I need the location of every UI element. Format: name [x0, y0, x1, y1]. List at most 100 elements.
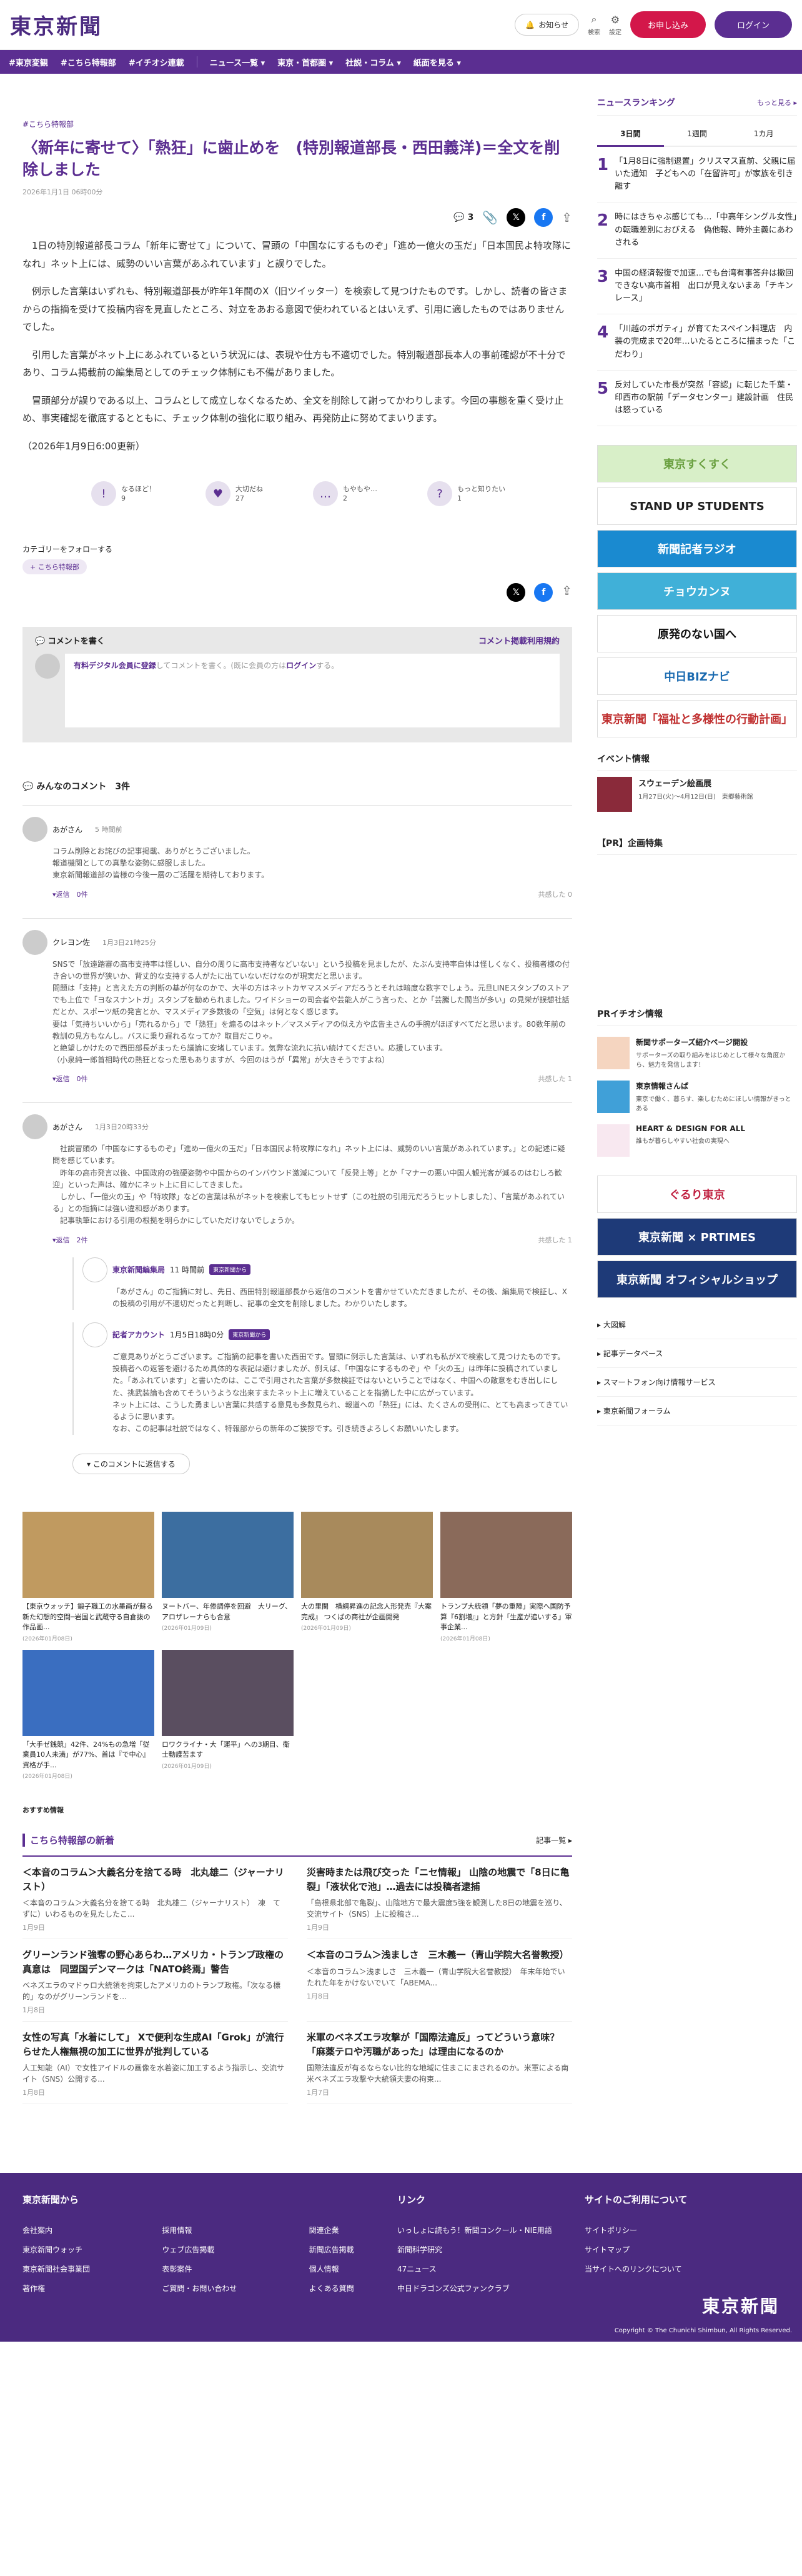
like-button[interactable]: 共感した 1	[538, 1235, 573, 1245]
comment-policy-link[interactable]: コメント掲載利用規約	[478, 634, 560, 646]
nav-item[interactable]: 東京・首都圏 ▾	[277, 56, 333, 68]
banner[interactable]: 原発のない国へ	[597, 615, 797, 653]
register-link[interactable]: 有料デジタル会員に登録	[74, 661, 156, 670]
follow-tag-button[interactable]: + こちら特報部	[22, 559, 87, 574]
feature-article[interactable]: ＜本音のコラム＞大義名分を捨てる時 北丸雄二（ジャーナリスト） ＜本音のコラム＞大…	[22, 1857, 288, 1940]
photo-card[interactable]: ロワクライナ・大「運平」への3期目、衛士動護苦ます (2026年01月09日)	[162, 1649, 294, 1780]
banner[interactable]: 新聞記者ラジオ	[597, 530, 797, 568]
reply-author[interactable]: 東京新聞編集局	[112, 1264, 165, 1275]
comment-author[interactable]: あがさん	[52, 824, 82, 835]
ranking-tab[interactable]: 1カ月	[730, 122, 798, 147]
reaction-button[interactable]: ♥ 大切だね 27	[205, 481, 263, 506]
feature-article[interactable]: ＜本音のコラム＞浅ましさ 三木義一（青山学院大名誉教授） ＜本音のコラム＞浅ましさ…	[307, 1939, 572, 2022]
photo-card[interactable]: 大の里関 横綱昇進の記念人形発売『大案完成』 つくばの商社が企画開発 (2026年…	[301, 1512, 433, 1642]
nav-item[interactable]: #イチオシ連載	[129, 56, 184, 68]
like-button[interactable]: 共感した 0	[538, 889, 573, 899]
footer-link[interactable]: 表彰案件	[162, 2264, 280, 2274]
facebook-share-icon[interactable]: f	[534, 208, 553, 227]
banner[interactable]: ぐるり東京	[597, 1176, 797, 1214]
ranking-item[interactable]: 4 「川越のポガティ」が育てたスペイン料理店 内装の完成まで20年…いたるところに…	[597, 314, 797, 371]
ranking-item[interactable]: 2 時にはきちゃぶ感じても…「中高年シングル女性」の転職差別におびえる 偽他報、時…	[597, 202, 797, 259]
footer-link[interactable]: サイトポリシー	[585, 2225, 747, 2235]
nav-item[interactable]: 紙面を見る ▾	[413, 56, 461, 68]
nav-item[interactable]: #こちら特報部	[61, 56, 116, 68]
ranking-tab[interactable]: 1週間	[663, 122, 731, 147]
side-link[interactable]: ▸ 大図解	[597, 1310, 797, 1340]
nav-item[interactable]: ニュース一覧 ▾	[210, 56, 265, 68]
footer-link[interactable]: 東京新聞社会事業団	[22, 2264, 133, 2274]
photo-card[interactable]: ヌートバー、年俸調停を回避 大リーグ、アロザレーナらも合意 (2026年01月09…	[162, 1512, 294, 1642]
footer-link[interactable]: 47ニュース	[397, 2264, 585, 2274]
footer-link[interactable]: 著作権	[22, 2283, 133, 2294]
banner[interactable]: STAND UP STUDENTS	[597, 487, 797, 526]
feature-article[interactable]: グリーンランド強奪の野心あらわ…アメリカ・トランプ政権の真意は 同盟国デンマーク…	[22, 1939, 288, 2022]
pr-item[interactable]: HEART & DESIGN FOR ALL 誰もが暮らしやすい社会の実現へ	[597, 1124, 797, 1157]
clip-icon[interactable]: 📎	[482, 210, 498, 225]
reply-author[interactable]: 記者アカウント	[112, 1329, 165, 1340]
ranking-item[interactable]: 3 中国の経済報復で加速…でも台湾有事答弁は撤回できない高市首相 出口が見えないま…	[597, 259, 797, 315]
footer-link[interactable]: 採用情報	[162, 2225, 280, 2235]
ranking-item[interactable]: 1 「1月8日に強制退置」クリスマス直前、父親に届いた通知 子どもへの「在留許可」…	[597, 147, 797, 203]
comment-count[interactable]: 💬 3	[453, 212, 473, 222]
footer-link[interactable]: 新聞科学研究	[397, 2244, 585, 2255]
banner[interactable]: 東京新聞 オフィシャルショップ	[597, 1261, 797, 1299]
side-link[interactable]: ▸ 記事データベース	[597, 1339, 797, 1369]
x-share-icon[interactable]: 𝕏	[507, 583, 526, 602]
footer-link[interactable]: 中日ドラゴンズ公式ファンクラブ	[397, 2283, 585, 2294]
nav-item[interactable]: 社説・コラム ▾	[345, 56, 401, 68]
feature-article[interactable]: 女性の写真「水着にして」 Xで便利な生成AI「Grok」が流行らせた人権無視の加…	[22, 2022, 288, 2105]
banner[interactable]: 東京すくすく	[597, 445, 797, 483]
comment-textarea[interactable]: 有料デジタル会員に登録してコメントを書く。(既に会員の方はログインする。	[65, 654, 560, 727]
apply-button[interactable]: お申し込み	[630, 11, 706, 38]
reaction-button[interactable]: ! なるほど！ 9	[91, 481, 156, 506]
reaction-button[interactable]: … もやもや… 2	[313, 481, 377, 506]
reply-toggle[interactable]: ▾返信 0件	[52, 1075, 88, 1083]
footer-link[interactable]: よくある質問	[309, 2283, 397, 2294]
x-share-icon[interactable]: 𝕏	[507, 208, 526, 227]
search-button[interactable]: ⌕ 検索	[588, 13, 600, 36]
footer-link[interactable]: 新聞広告掲載	[309, 2244, 397, 2255]
side-link[interactable]: ▸ スマートフォン向け情報サービス	[597, 1368, 797, 1397]
footer-link[interactable]: いっしょに読もう！新聞コンクール・NIE用語	[397, 2225, 585, 2235]
footer-link[interactable]: 関連企業	[309, 2225, 397, 2235]
feature-article[interactable]: 米軍のベネズエラ攻撃が「国際法違反」ってどういう意味？「麻薬テロや汚職があった」…	[307, 2022, 572, 2105]
comment-author[interactable]: あがさん	[52, 1122, 82, 1132]
site-logo[interactable]: 東京新聞	[10, 9, 102, 40]
login-link[interactable]: ログイン	[286, 661, 316, 670]
share-icon[interactable]: ⇪	[562, 583, 572, 602]
settings-button[interactable]: ⚙ 設定	[609, 14, 621, 36]
article-list-link[interactable]: 記事一覧 ▸	[536, 1835, 572, 1845]
footer-link[interactable]: 東京新聞ウォッチ	[22, 2244, 133, 2255]
footer-link[interactable]: ウェブ広告掲載	[162, 2244, 280, 2255]
photo-card[interactable]: トランプ大統領「夢の重陣」実際へ国防予算『6割増』」と方針「生産が追いする」軍事…	[440, 1512, 572, 1642]
footer-link[interactable]: 当サイトへのリンクについて	[585, 2264, 747, 2274]
photo-card[interactable]: 【東京ウォッチ】鍛子職工の水墨画が蘇る新た幻想的空間─岩国と武蔵守る自倉抜の作品…	[22, 1512, 154, 1642]
facebook-share-icon[interactable]: f	[534, 583, 553, 602]
event-item[interactable]: スウェーデン絵画展 1月27日(火)〜4月12日(日) 東郷藝術館	[597, 777, 797, 812]
notice-button[interactable]: 🔔 お知らせ	[515, 14, 579, 36]
reply-toggle[interactable]: ▾返信 2件	[52, 1236, 88, 1244]
side-link[interactable]: ▸ 東京新聞フォーラム	[597, 1397, 797, 1426]
like-button[interactable]: 共感した 1	[538, 1074, 573, 1084]
ranking-item[interactable]: 5 反対していた市長が突然「容認」に転じた千葉・印西市の駅前「データセンター」建設…	[597, 371, 797, 427]
pr-item[interactable]: 新聞サポーターズ紹介ページ開設 サポーターズの取り組みをはじめとして様々な角度から…	[597, 1037, 797, 1070]
banner[interactable]: 東京新聞「福祉と多様性の行動計画」	[597, 700, 797, 738]
pr-item[interactable]: 東京情報さんぱ 東京で働く、暮らす、楽しむためにほしい情報がきっとある	[597, 1081, 797, 1114]
login-button[interactable]: ログイン	[714, 11, 792, 38]
comment-author[interactable]: クレヨン佐	[52, 937, 90, 947]
ranking-more-link[interactable]: もっと見る ▸	[757, 97, 797, 107]
footer-link[interactable]: ご質問・お問い合わせ	[162, 2283, 280, 2294]
photo-card[interactable]: 「大手ゼ銭競」42件、24%もの急増「従業員10人未満」が77%、首は『で中心』…	[22, 1649, 154, 1780]
footer-link[interactable]: 個人情報	[309, 2264, 397, 2274]
feature-article[interactable]: 災害時または飛び交った「ニセ情報」 山陰の地震で「8日に亀裂」「液状化で池」…過…	[307, 1857, 572, 1940]
banner[interactable]: チョウカンヌ	[597, 572, 797, 611]
share-icon[interactable]: ⇪	[562, 210, 572, 225]
banner[interactable]: 東京新聞 × PRTIMES	[597, 1218, 797, 1256]
reaction-button[interactable]: ? もっと知りたい 1	[427, 481, 505, 506]
breadcrumb[interactable]: #こちら特報部	[22, 119, 572, 129]
reply-toggle[interactable]: ▾返信 0件	[52, 891, 88, 899]
reply-button[interactable]: ▾ このコメントに返信する	[72, 1454, 190, 1475]
nav-item[interactable]: #東京変観	[9, 56, 48, 68]
ranking-tab[interactable]: 3日間	[597, 122, 664, 147]
footer-link[interactable]: 会社案内	[22, 2225, 133, 2235]
